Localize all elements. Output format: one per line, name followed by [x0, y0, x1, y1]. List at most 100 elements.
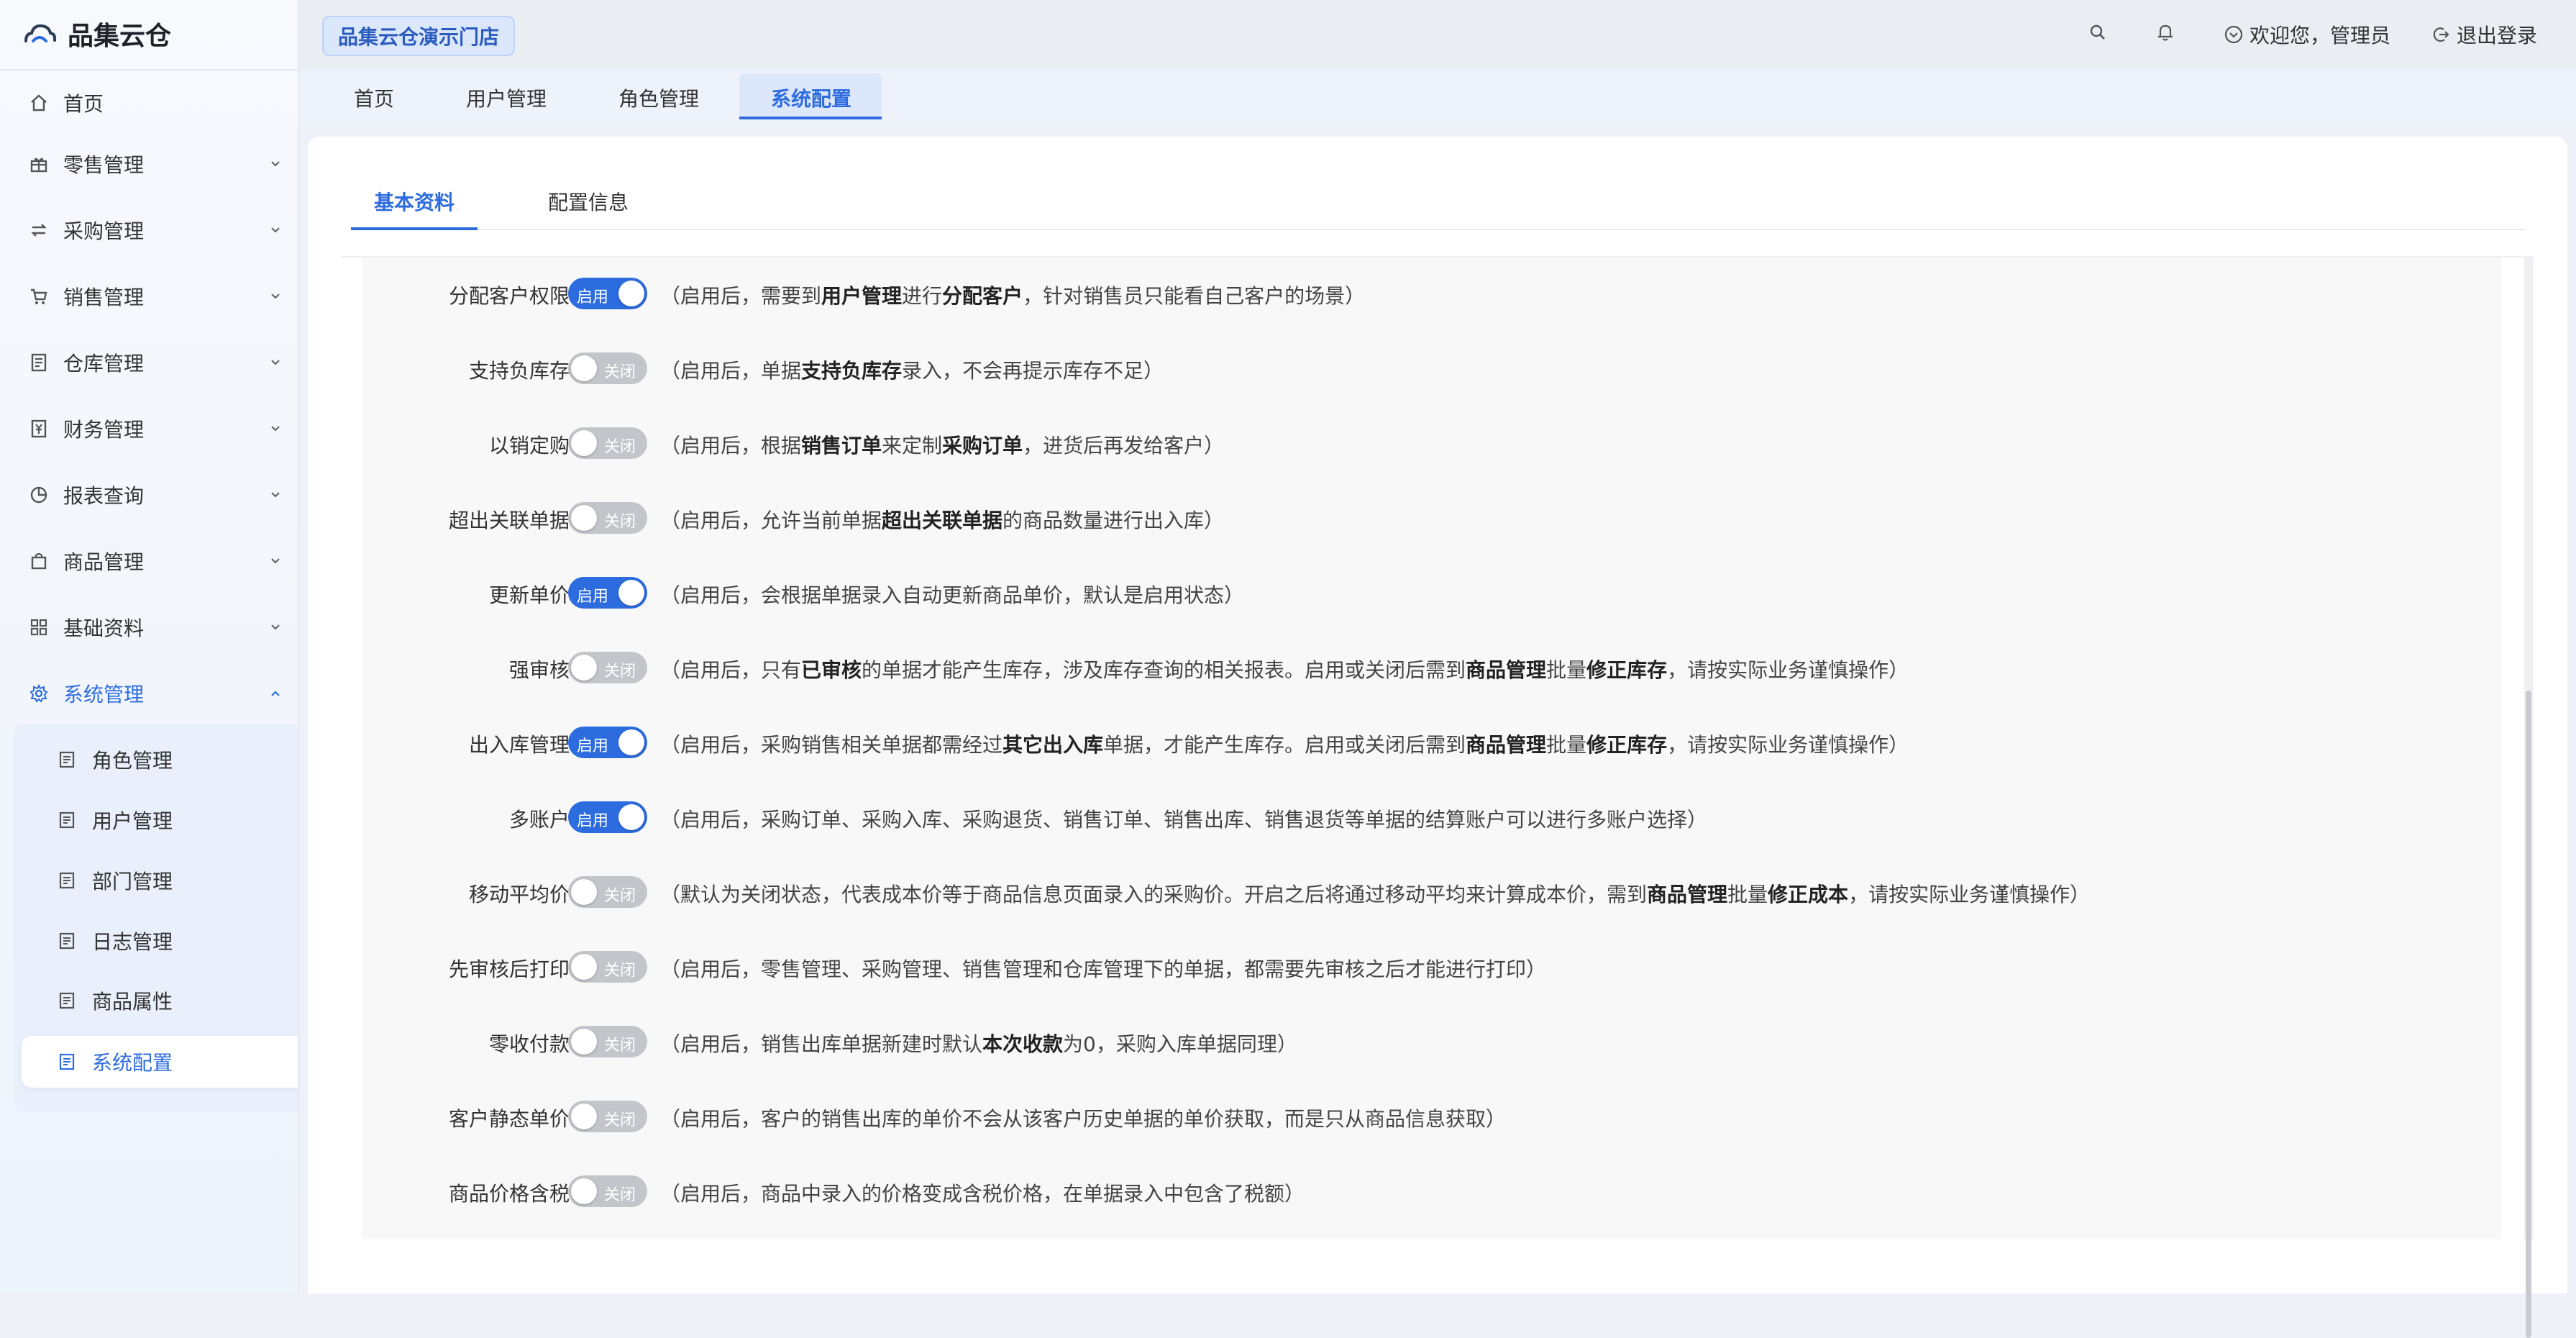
subtab-basic-info[interactable]: 基本资料 [374, 187, 455, 216]
sidebar-subitem-departments[interactable]: 部门管理 [22, 855, 298, 906]
setting-description-text: （启用后，客户的销售出库的单价不会从该客户历史单据的单价获取，而是只从商品信息获… [660, 1107, 1507, 1131]
chevron-up-icon [271, 691, 280, 696]
setting-toggle-switch[interactable]: 关闭 [568, 352, 647, 384]
gift-icon [29, 154, 49, 174]
setting-description-text: ，请按实际业务谨慎操作） [1848, 883, 2091, 906]
toggle-knob [571, 505, 597, 531]
chevron-down-icon [271, 426, 280, 432]
sidebar-item-purchase[interactable]: 采购管理 [0, 205, 298, 255]
sidebar-item-basic-data[interactable]: 基础资料 [0, 602, 298, 652]
warehouse-icon [29, 352, 49, 373]
setting-toggle-switch[interactable]: 启用 [568, 278, 647, 309]
toggle-knob [571, 954, 597, 980]
search-icon[interactable] [2087, 22, 2109, 43]
setting-description: （启用后，只有已审核的单据才能产生库存，涉及库存查询的相关报表。启用或关闭后需到… [660, 655, 1909, 683]
sidebar-item-finance[interactable]: 财务管理 [0, 404, 298, 454]
setting-toggle-switch[interactable]: 启用 [568, 727, 647, 758]
sidebar-item-sales[interactable]: 销售管理 [0, 271, 298, 322]
setting-row: 移动平均价： 关闭 （默认为关闭状态，代表成本价等于商品信息页面录入的采购价。开启之… [362, 870, 2501, 914]
setting-toggle-switch[interactable]: 关闭 [568, 1026, 647, 1057]
setting-description-text: ，进货后再发给客户） [1023, 434, 1225, 458]
sidebar-item-label: 系统管理 [63, 683, 145, 706]
active-tab-underline [739, 117, 882, 119]
setting-description: （启用后，客户的销售出库的单价不会从该客户历史单据的单价获取，而是只从商品信息获… [660, 1103, 1506, 1132]
sidebar-item-system[interactable]: 系统管理 [0, 668, 298, 719]
chevron-down-icon [271, 558, 280, 564]
tab-role-management[interactable]: 角色管理 [618, 83, 699, 112]
setting-toggle-switch[interactable]: 关闭 [568, 652, 647, 683]
chevron-down-icon [271, 227, 280, 233]
setting-toggle-switch[interactable]: 关闭 [568, 876, 647, 908]
setting-description-emphasis: 其它出入库 [1002, 733, 1104, 757]
toggle-knob [571, 430, 597, 456]
setting-description-text: ，请按实际业务谨慎操作） [1667, 733, 1909, 757]
sidebar-item-label: 销售管理 [63, 286, 145, 309]
sidebar-item-label: 采购管理 [63, 219, 145, 243]
setting-toggle-switch[interactable]: 关闭 [568, 951, 647, 983]
sidebar-item-reports[interactable]: 报表查询 [0, 470, 298, 520]
sidebar-subitem-users[interactable]: 用户管理 [22, 794, 298, 846]
sidebar-subitem-label: 日志管理 [92, 930, 173, 954]
sidebar-subitem-system-config[interactable]: 系统配置 [22, 1036, 298, 1088]
setting-description-text: （启用后，商品中录入的价格变成含税价格，在单据录入中包含了税额） [660, 1182, 1305, 1206]
sidebar-item-products[interactable]: 商品管理 [0, 536, 298, 586]
toggle-state-label: 关闭 [604, 1186, 636, 1204]
toggle-knob [618, 804, 644, 830]
user-welcome-menu[interactable]: 欢迎您，管理员 [2224, 20, 2390, 49]
setting-description-emphasis: 修正库存 [1586, 733, 1668, 757]
tab-home[interactable]: 首页 [354, 83, 394, 112]
subtab-config-info[interactable]: 配置信息 [548, 187, 629, 216]
setting-description-text: （启用后，允许当前单据 [660, 509, 882, 532]
setting-description-text: （启用后，采购销售相关单据都需经过 [660, 733, 1003, 757]
setting-description-emphasis: 支持负库存 [801, 359, 903, 383]
app-name: 品集云仓 [68, 22, 172, 51]
toggle-knob [571, 1029, 597, 1055]
setting-description-text: 批量 [1727, 883, 1768, 906]
setting-description: （默认为关闭状态，代表成本价等于商品信息页面录入的采购价。开启之后将通过移动平均… [660, 879, 2090, 908]
toggle-state-label: 启用 [577, 288, 609, 306]
page-tab-bar: 首页 用户管理 角色管理 系统配置 [299, 69, 2576, 127]
setting-description-text: （启用后，销售出库单据新建时默认 [660, 1032, 983, 1056]
sidebar-subitem-logs[interactable]: 日志管理 [22, 915, 298, 967]
sidebar-item-home[interactable]: 首页 [0, 78, 298, 128]
setting-toggle-switch[interactable]: 关闭 [568, 1175, 647, 1207]
logout-button[interactable]: 退出登录 [2431, 20, 2537, 49]
sidebar-item-label: 商品管理 [63, 550, 145, 574]
toggle-state-label: 关闭 [604, 513, 636, 531]
sidebar-subitem-label: 部门管理 [92, 870, 173, 893]
sidebar-item-label: 财务管理 [63, 418, 145, 442]
sidebar-subitem-roles[interactable]: 角色管理 [22, 734, 298, 786]
setting-row: 支持负库存： 关闭 （启用后，单据支持负库存录入，不会再提示库存不足） [362, 347, 2501, 390]
bell-icon[interactable] [2155, 22, 2176, 43]
setting-description-text: 单据，才能产生库存。启用或关闭后需到 [1103, 733, 1466, 757]
app-logo[interactable]: 品集云仓 [22, 16, 171, 52]
cloud-logo-icon [24, 24, 57, 42]
setting-row: 零收付款： 关闭 （启用后，销售出库单据新建时默认本次收款为0，采购入库单据同理） [362, 1020, 2501, 1063]
setting-toggle-switch[interactable]: 关闭 [568, 1101, 647, 1132]
sidebar-item-label: 报表查询 [63, 484, 145, 508]
setting-description: （启用后，允许当前单据超出关联单据的商品数量进行出入库） [660, 505, 1224, 534]
sidebar-item-warehouse[interactable]: 仓库管理 [0, 337, 298, 388]
logout-label: 退出登录 [2457, 24, 2538, 47]
main-content-card: 基本资料 配置信息 分配客户权限： 启用 （启用后，需要到用户管理进行分配客户，针对… [308, 137, 2567, 1338]
setting-toggle-switch[interactable]: 关闭 [568, 502, 647, 534]
toggle-state-label: 启用 [577, 737, 609, 755]
setting-description-emphasis: 采购订单 [942, 434, 1023, 458]
tab-user-management[interactable]: 用户管理 [466, 83, 547, 112]
sidebar-subitem-product-attributes[interactable]: 商品属性 [22, 975, 298, 1027]
setting-row: 更新单价： 启用 （启用后，会根据单据录入自动更新商品单价，默认是启用状态） [362, 571, 2501, 614]
store-name-badge[interactable]: 品集云仓演示门店 [322, 16, 516, 56]
setting-toggle-switch[interactable]: 启用 [568, 577, 647, 609]
home-icon [29, 93, 49, 113]
setting-description-text: ，针对销售员只能看自己客户的场景） [1023, 284, 1366, 308]
scrollbar-thumb[interactable] [2526, 691, 2531, 1338]
sidebar-item-retail[interactable]: 零售管理 [0, 139, 298, 189]
toggle-state-label: 启用 [577, 812, 609, 830]
setting-toggle-switch[interactable]: 启用 [568, 801, 647, 833]
tab-system-config[interactable]: 系统配置 [771, 83, 851, 112]
setting-toggle-switch[interactable]: 关闭 [568, 427, 647, 459]
chevron-circle-icon [2224, 25, 2243, 44]
setting-description: （启用后，商品中录入的价格变成含税价格，在单据录入中包含了税额） [660, 1178, 1305, 1207]
chevron-down-icon [271, 492, 280, 498]
toggle-knob [618, 729, 644, 755]
